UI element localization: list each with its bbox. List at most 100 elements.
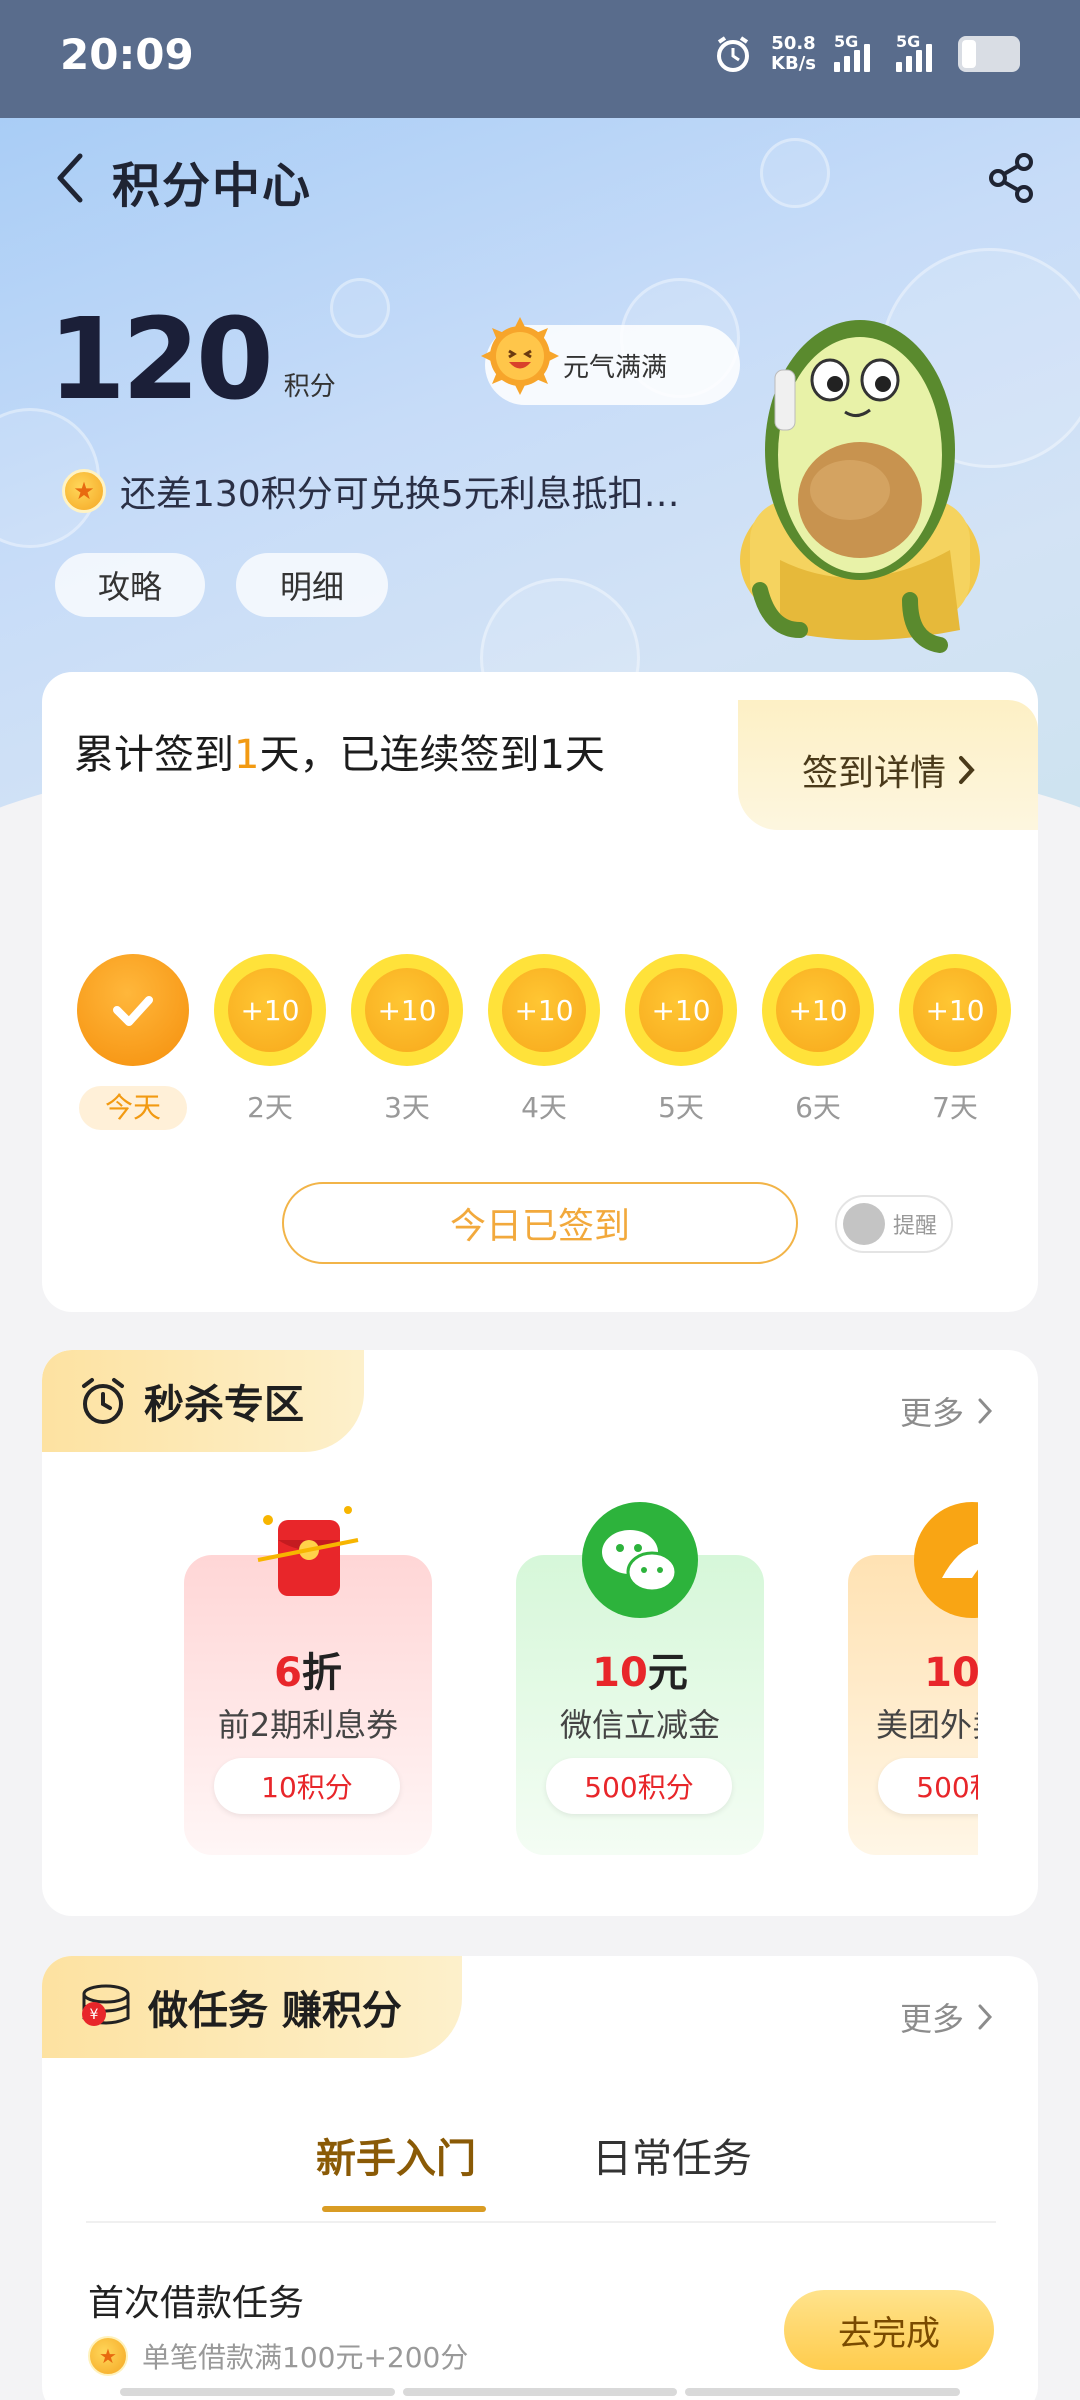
tasks-header: ¥ 做任务 赚积分: [42, 1956, 462, 2058]
checkin-day-label: 5天: [658, 1091, 704, 1124]
coins-stack-icon: ¥: [82, 1984, 130, 2026]
checkin-day-label: 4天: [521, 1091, 567, 1124]
status-time: 20:09: [60, 30, 194, 79]
divider: [86, 2221, 996, 2223]
toggle-knob: [843, 1203, 885, 1245]
guide-button[interactable]: 攻略: [55, 553, 205, 617]
checkin-detail-label: 签到详情: [801, 753, 946, 794]
checkin-day: +10 2天: [211, 954, 329, 1130]
offer-desc: 美团外卖红包: [875, 1706, 978, 1744]
tasks-card: ¥ 做任务 赚积分 更多 新手入门 日常任务 首次借款任务 ★ 单笔借款满100…: [42, 1956, 1038, 2400]
remind-label: 提醒: [893, 1214, 938, 1239]
task-desc: ★ 单笔借款满100元+200分: [88, 2336, 468, 2376]
checkin-day-label: 2天: [247, 1091, 293, 1124]
mood-text: 元气满满: [563, 352, 668, 383]
checkin-detail-link[interactable]: 签到详情: [802, 744, 978, 796]
details-button[interactable]: 明细: [236, 553, 388, 617]
tab-beginner[interactable]: 新手入门: [316, 2126, 476, 2184]
checkin-day-label: 3天: [384, 1091, 430, 1124]
reward-amount: +10: [228, 968, 312, 1052]
page-title: 积分中心: [112, 158, 313, 214]
offer-amount-value: 6: [274, 1650, 302, 1696]
more-label: 更多: [899, 2000, 964, 2038]
checkin-day-label: 7天: [932, 1091, 978, 1124]
checkin-day: +10 6天: [759, 954, 877, 1130]
red-envelope-icon: [257, 1506, 359, 1596]
offer-desc: 前2期利息券: [217, 1706, 399, 1744]
chevron-right-icon: [978, 2004, 993, 2030]
tab-daily[interactable]: 日常任务: [592, 2126, 752, 2184]
checkin-summary-count: 1: [234, 732, 260, 778]
reward-amount: +10: [913, 968, 997, 1052]
checkin-done-coin: [77, 954, 189, 1066]
signed-today-button[interactable]: 今日已签到: [282, 1182, 798, 1264]
offer-card[interactable]: 10元 微信立减金 500积分: [516, 1500, 764, 1865]
offer-amount: 10元: [516, 1640, 764, 1698]
back-icon[interactable]: [50, 148, 90, 208]
points-value: 120: [48, 295, 274, 425]
reward-coin: +10: [214, 954, 326, 1066]
offer-amount: 6折: [184, 1640, 432, 1698]
reward-coin: +10: [625, 954, 737, 1066]
offer-amount: 10元: [848, 1640, 978, 1698]
offer-price[interactable]: 10积分: [214, 1758, 400, 1814]
share-icon[interactable]: [984, 150, 1040, 206]
points-hint-text: 还差130积分可兑换5元利息抵扣…: [120, 474, 680, 515]
meituan-kangaroo-icon: [914, 1502, 978, 1618]
mood-bubble: 元气满满: [481, 317, 740, 405]
alarm-icon: [717, 36, 750, 72]
active-tab-indicator: [322, 2206, 486, 2212]
task-tabs: 新手入门 日常任务: [42, 2126, 1038, 2216]
star-coin-icon: ★: [88, 2336, 128, 2376]
task-complete-button[interactable]: 去完成: [784, 2290, 994, 2370]
reward-coin: +10: [899, 954, 1011, 1066]
checkin-day: +10 3天: [348, 954, 466, 1130]
wechat-icon: [582, 1502, 698, 1618]
offer-price[interactable]: 500积分: [546, 1758, 732, 1814]
tasks-more-link[interactable]: 更多: [900, 1994, 994, 2040]
tasks-title: 做任务 赚积分: [148, 1988, 402, 2034]
points-hint[interactable]: ★ 还差130积分可兑换5元利息抵扣…: [62, 465, 722, 517]
remind-toggle[interactable]: 提醒: [835, 1195, 953, 1253]
offer-card[interactable]: 10元 美团外卖红包 500积分: [848, 1500, 978, 1865]
avocado-mascot-illustration: [740, 320, 980, 653]
reward-amount: +10: [776, 968, 860, 1052]
check-icon: [113, 996, 153, 1026]
checkin-day-label: 今天: [78, 1086, 187, 1130]
offer-amount-value: 10: [592, 1650, 648, 1696]
battery-icon: [958, 36, 1020, 72]
network-speed-unit: KB/s: [771, 53, 816, 74]
offer-card[interactable]: 6折 前2期利息券 10积分: [184, 1500, 432, 1865]
flash-sale-offers: 6折 前2期利息券 10积分 10元 微信立减金 500积分 10元: [138, 1500, 978, 1880]
points-unit: 积分: [283, 372, 336, 402]
checkin-day: +10 4天: [485, 954, 603, 1130]
signal-label: 5G: [834, 32, 859, 51]
bottom-indicator: [120, 2388, 961, 2396]
offer-desc: 微信立减金: [559, 1706, 720, 1744]
flash-sale-title: 秒杀专区: [144, 1382, 304, 1428]
offer-price[interactable]: 500积分: [878, 1758, 978, 1814]
points-balance: 120 积分: [48, 295, 336, 425]
checkin-day: +10 5天: [622, 954, 740, 1130]
network-speed-value: 50.8: [771, 33, 816, 54]
offer-amount-value: 10: [924, 1650, 978, 1696]
task-title: 首次借款任务: [88, 2283, 305, 2324]
reward-amount: +10: [365, 968, 449, 1052]
flash-sale-more-link[interactable]: 更多: [900, 1388, 994, 1434]
alarm-clock-icon: [82, 1378, 124, 1424]
signal-icon: 5G: [834, 32, 878, 72]
status-icons: 50.8 KB/s 5G 5G: [713, 32, 1020, 74]
signal-label-2: 5G: [896, 32, 921, 51]
chevron-right-icon: [978, 1398, 993, 1424]
flash-sale-card: 秒杀专区 更多 6折 前2期利息券 10积分 10元 微信立减金 500积分 1…: [42, 1350, 1038, 1916]
checkin-summary-suffix: 天，已连续签到1天: [259, 732, 605, 778]
status-bar: 20:09 50.8 KB/s 5G 5G: [0, 0, 1080, 118]
task-desc-text: 单笔借款满100元+200分: [142, 2341, 469, 2374]
reward-amount: +10: [639, 968, 723, 1052]
reward-amount: +10: [502, 968, 586, 1052]
checkin-summary: 累计签到1天，已连续签到1天: [74, 722, 605, 780]
flash-sale-header: 秒杀专区: [42, 1350, 364, 1452]
checkin-day: +10 7天: [896, 954, 1014, 1130]
checkin-days: 今天 +10 2天 +10 3天 +10 4天 +10 5天 +10 6天 +1…: [74, 954, 1014, 1130]
sun-face-icon: [481, 317, 559, 395]
